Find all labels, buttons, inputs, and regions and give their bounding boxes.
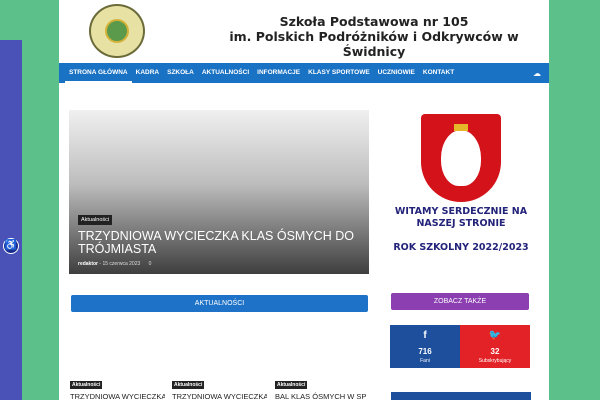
nav-item-szkola[interactable]: SZKOŁA xyxy=(163,63,198,83)
twitter-count: 32 xyxy=(490,347,500,356)
nav-item-uczniowie[interactable]: UCZNIOWIE xyxy=(374,63,419,83)
accessibility-icon[interactable]: ♿ xyxy=(3,238,19,254)
school-name: Szkoła Podstawowa nr 105 im. Polskich Po… xyxy=(219,14,529,59)
facebook-counter[interactable]: f 716 Fani xyxy=(390,325,460,368)
hero-meta-separator: - xyxy=(99,261,102,267)
school-name-line2: im. Polskich Podróżników i Odkrywców w Ś… xyxy=(229,29,519,59)
news-card-2-title[interactable]: TRZYDNIOWA WYCIECZKA xyxy=(172,392,267,400)
news-card-3-title[interactable]: BAL KLAS ÓSMYCH W SP xyxy=(275,392,370,400)
facebook-count: 716 xyxy=(418,347,432,356)
nav-item-kadra[interactable]: KADRA xyxy=(132,63,163,83)
news-card-1-title[interactable]: TRZYDNIOWA WYCIECZKA xyxy=(70,392,165,400)
page-container: Szkoła Podstawowa nr 105 im. Polskich Po… xyxy=(59,0,549,400)
see-also-header: ZOBACZ TAKŻE xyxy=(391,293,529,310)
hero-title[interactable]: TRZYDNIOWA WYCIECZKA KLAS ÓSMYCH DO TRÓJ… xyxy=(78,230,363,256)
main-nav: STRONA GŁÓWNA KADRA SZKOŁA AKTUALNOŚCI I… xyxy=(59,63,549,83)
accessibility-strip xyxy=(0,40,22,400)
school-name-line1: Szkoła Podstawowa nr 105 xyxy=(279,14,469,29)
hero-comments-count[interactable]: 0 xyxy=(149,261,152,267)
nav-item-informacje[interactable]: INFORMACJE xyxy=(253,63,304,83)
news-card-3-tag[interactable]: Aktualności xyxy=(275,381,308,389)
news-card-2-tag[interactable]: Aktualności xyxy=(172,381,205,389)
site-header: Szkoła Podstawowa nr 105 im. Polskich Po… xyxy=(59,0,549,62)
nav-item-home[interactable]: STRONA GŁÓWNA xyxy=(65,63,132,83)
twitter-counter[interactable]: 🐦 32 Subskrybujący xyxy=(460,325,530,368)
nav-item-kontakt[interactable]: KONTAKT xyxy=(419,63,458,83)
logo-emblem xyxy=(105,19,129,43)
welcome-text: WITAMY SERDECZNIE NA NASZEJ STRONIE xyxy=(394,206,528,229)
school-logo[interactable] xyxy=(89,4,145,58)
facebook-label: Fani xyxy=(420,358,430,364)
sidebar-welcome-card: WITAMY SERDECZNIE NA NASZEJ STRONIE ROK … xyxy=(391,110,531,274)
news-section-header: AKTUALNOŚCI xyxy=(71,295,368,312)
hero-author[interactable]: redaktor xyxy=(78,261,98,267)
twitter-label: Subskrybujący xyxy=(478,358,512,364)
hero-article[interactable]: Aktualności TRZYDNIOWA WYCIECZKA KLAS ÓS… xyxy=(69,110,369,274)
nav-item-aktualnosci[interactable]: AKTUALNOŚCI xyxy=(198,63,253,83)
hero-category-tag[interactable]: Aktualności xyxy=(78,215,113,225)
nav-item-klasy-sportowe[interactable]: KLASY SPORTOWE xyxy=(304,63,374,83)
facebook-icon: f xyxy=(423,330,427,341)
twitter-icon: 🐦 xyxy=(488,330,502,341)
sidebar-widget-bar xyxy=(391,392,531,400)
crown-icon xyxy=(454,124,468,131)
hero-date: 15 czerwca 2023 xyxy=(102,261,141,267)
eagle-icon xyxy=(441,124,481,186)
polish-eagle-emblem xyxy=(421,114,501,202)
school-year-text: ROK SZKOLNY 2022/2023 xyxy=(393,242,529,253)
hero-meta: redaktor - 15 czerwca 2023 0 xyxy=(78,261,151,267)
cloud-icon[interactable]: ☁ xyxy=(533,69,541,78)
news-card-1-tag[interactable]: Aktualności xyxy=(70,381,103,389)
